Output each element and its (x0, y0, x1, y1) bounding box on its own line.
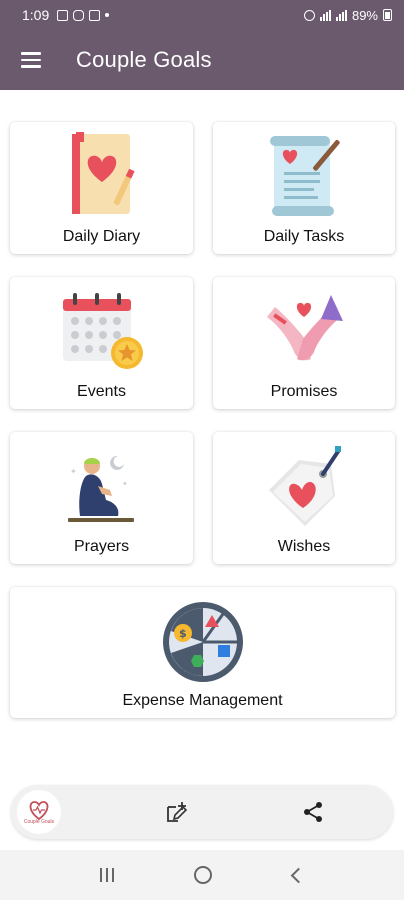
menu-button[interactable] (0, 30, 62, 90)
svg-text:✦: ✦ (70, 467, 77, 476)
status-time: 1:09 (22, 7, 50, 23)
card-label: Prayers (73, 538, 130, 555)
svg-text:$: $ (179, 627, 187, 640)
page-title: Couple Goals (76, 47, 212, 72)
status-notification-icons (57, 9, 110, 21)
battery-percent: 89% (351, 7, 378, 23)
card-label: Promises (270, 383, 338, 400)
bottom-toolbar: Couple Goals (11, 785, 393, 839)
edit-button[interactable] (157, 792, 197, 832)
card-label: Events (77, 383, 126, 400)
battery-icon (383, 9, 392, 21)
logo-text: Couple Goals (23, 819, 55, 825)
recent-apps-button[interactable] (100, 868, 115, 882)
diary-icon (52, 130, 152, 220)
app-logo-button[interactable]: Couple Goals (17, 790, 61, 834)
tasks-scroll-icon (254, 130, 354, 220)
card-events[interactable]: Events (10, 277, 193, 409)
share-button[interactable] (293, 792, 333, 832)
prayer-icon: ✦ ✦ (52, 440, 152, 530)
card-label: Daily Tasks (263, 228, 345, 245)
hamburger-icon (21, 52, 41, 55)
expense-wheel-icon: $ (153, 595, 253, 685)
status-bar: 1:09 89% (0, 0, 404, 30)
card-promises[interactable]: Promises (213, 277, 395, 409)
back-button[interactable] (290, 867, 307, 883)
card-prayers[interactable]: ✦ ✦ Prayers (10, 432, 193, 564)
home-button[interactable] (194, 866, 213, 884)
instagram-notification-icon (73, 9, 85, 21)
status-right: 89% (303, 7, 392, 23)
pinky-promise-icon (254, 285, 354, 375)
calendar-icon (52, 285, 152, 375)
heart-logo-icon (29, 801, 49, 821)
signal-icon (319, 9, 331, 21)
hotspot-icon (303, 9, 315, 21)
gallery-notification-icon (57, 9, 69, 21)
card-wishes[interactable]: Wishes (213, 432, 395, 564)
card-label: Expense Management (122, 692, 283, 709)
share-icon (304, 802, 322, 822)
card-label: Wishes (277, 538, 331, 555)
svg-text:✦: ✦ (122, 480, 128, 488)
edit-icon (167, 802, 188, 822)
card-expense-management[interactable]: $ Expense Management (10, 587, 395, 718)
card-label: Daily Diary (62, 228, 141, 245)
app-bar: Couple Goals (0, 30, 404, 90)
system-nav-bar (0, 850, 404, 900)
card-daily-tasks[interactable]: Daily Tasks (213, 122, 395, 254)
gmail-notification-icon (89, 9, 101, 21)
signal-icon-2 (335, 9, 347, 21)
more-notifications-icon (105, 13, 110, 17)
card-daily-diary[interactable]: Daily Diary (10, 122, 193, 254)
wish-tag-icon (254, 440, 354, 530)
